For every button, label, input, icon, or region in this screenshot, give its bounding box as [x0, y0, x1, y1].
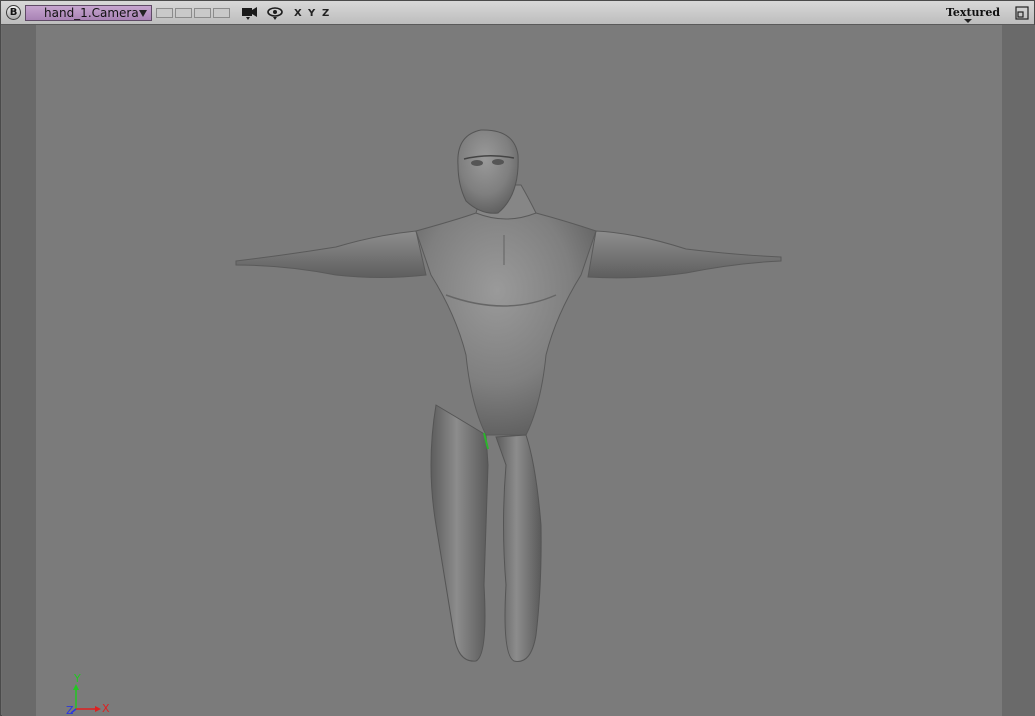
- viewport-window: B hand_1.Camera X Y Z Textured Y X Z: [0, 0, 1035, 716]
- bookmark-slot-3[interactable]: [194, 8, 211, 18]
- eye-icon[interactable]: [266, 6, 284, 20]
- chevron-down-icon: [139, 10, 147, 17]
- left-arm: [235, 230, 427, 278]
- 3d-viewport[interactable]: Y X Z: [36, 25, 1002, 716]
- character-model[interactable]: [36, 25, 1002, 716]
- axis-z-toggle[interactable]: Z: [322, 8, 329, 20]
- torso: [415, 212, 597, 436]
- right-arm: [587, 230, 782, 279]
- bookmark-slot-1[interactable]: [156, 8, 173, 18]
- right-leg: [495, 434, 542, 662]
- head: [457, 129, 519, 214]
- viewport-gutter-left: [2, 25, 36, 716]
- camera-label: hand_1.Camera: [44, 6, 139, 20]
- axis-y-label: Y: [74, 672, 81, 685]
- axis-gizmo: Y X Z: [66, 672, 116, 716]
- viewport-toolbar: B hand_1.Camera X Y Z Textured: [1, 1, 1034, 25]
- left-leg: [430, 404, 489, 662]
- shading-mode-menu[interactable]: Textured: [946, 6, 1000, 20]
- chevron-down-icon: [964, 19, 972, 23]
- axis-x-label: X: [102, 702, 110, 715]
- axis-y-toggle[interactable]: Y: [308, 8, 315, 20]
- bookmark-slot-4[interactable]: [213, 8, 230, 18]
- camera-icon[interactable]: [241, 6, 259, 20]
- maximize-icon[interactable]: [1015, 6, 1029, 20]
- axis-x-toggle[interactable]: X: [294, 8, 302, 20]
- viewport-gutter-right: [1002, 25, 1035, 716]
- panel-menu-button[interactable]: B: [6, 5, 21, 20]
- bookmark-slot-2[interactable]: [175, 8, 192, 18]
- camera-dropdown[interactable]: hand_1.Camera: [25, 5, 152, 21]
- axis-z-label: Z: [66, 704, 74, 716]
